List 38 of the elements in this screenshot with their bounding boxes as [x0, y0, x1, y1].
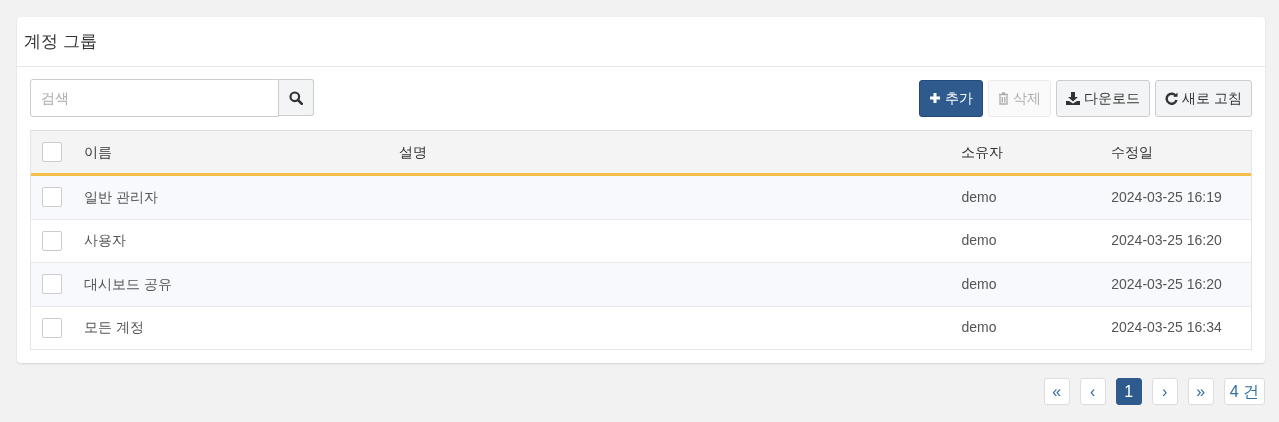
checkbox[interactable] — [42, 230, 62, 251]
table-cell-text: 사용자 — [83, 231, 127, 251]
add-button[interactable]: 추가 — [919, 79, 984, 117]
trash-icon — [998, 91, 1010, 105]
page-button[interactable]: 1 — [1115, 378, 1142, 405]
table-cell-text: 대시보드 공유 — [83, 274, 173, 294]
table-cell-text: 2024-03-25 16:34 — [1111, 318, 1223, 338]
column-header: 소유자 — [961, 142, 1005, 162]
search-button[interactable] — [279, 79, 314, 116]
refresh-icon — [1165, 91, 1179, 105]
refresh-button[interactable]: 새로 고침 — [1155, 79, 1252, 117]
checkbox[interactable] — [42, 142, 62, 162]
total-count: 4 건 — [1223, 378, 1265, 405]
panel-title: 계정 그룹 — [24, 30, 97, 53]
checkbox[interactable] — [42, 317, 62, 338]
column-header: 설명 — [399, 142, 429, 162]
checkbox[interactable] — [42, 187, 62, 208]
checkbox[interactable] — [42, 274, 62, 295]
download-icon — [1066, 91, 1081, 105]
search-field[interactable]: 검색 — [30, 79, 279, 117]
table-cell-text: 2024-03-25 16:20 — [1111, 231, 1223, 251]
page-button[interactable]: « — [1043, 378, 1070, 405]
table-cell-text: 2024-03-25 16:20 — [1111, 274, 1223, 294]
table-cell-text: demo — [961, 231, 998, 251]
plus-icon — [929, 92, 942, 104]
column-header: 수정일 — [1111, 142, 1155, 162]
page-button[interactable]: › — [1151, 378, 1178, 405]
column-header: 이름 — [83, 142, 113, 162]
table-cell-text: demo — [961, 187, 998, 207]
table-cell-text: 모든 계정 — [83, 318, 145, 338]
page-button[interactable]: » — [1187, 378, 1214, 405]
search-icon — [289, 90, 303, 105]
download-button[interactable]: 다운로드 — [1056, 79, 1151, 117]
table-cell-text: demo — [961, 274, 998, 294]
table-cell-text: 2024-03-25 16:19 — [1111, 187, 1223, 207]
table-cell-text: 일반 관리자 — [83, 187, 159, 207]
table-cell-text: demo — [961, 318, 998, 338]
page-button[interactable]: ‹ — [1079, 378, 1106, 405]
